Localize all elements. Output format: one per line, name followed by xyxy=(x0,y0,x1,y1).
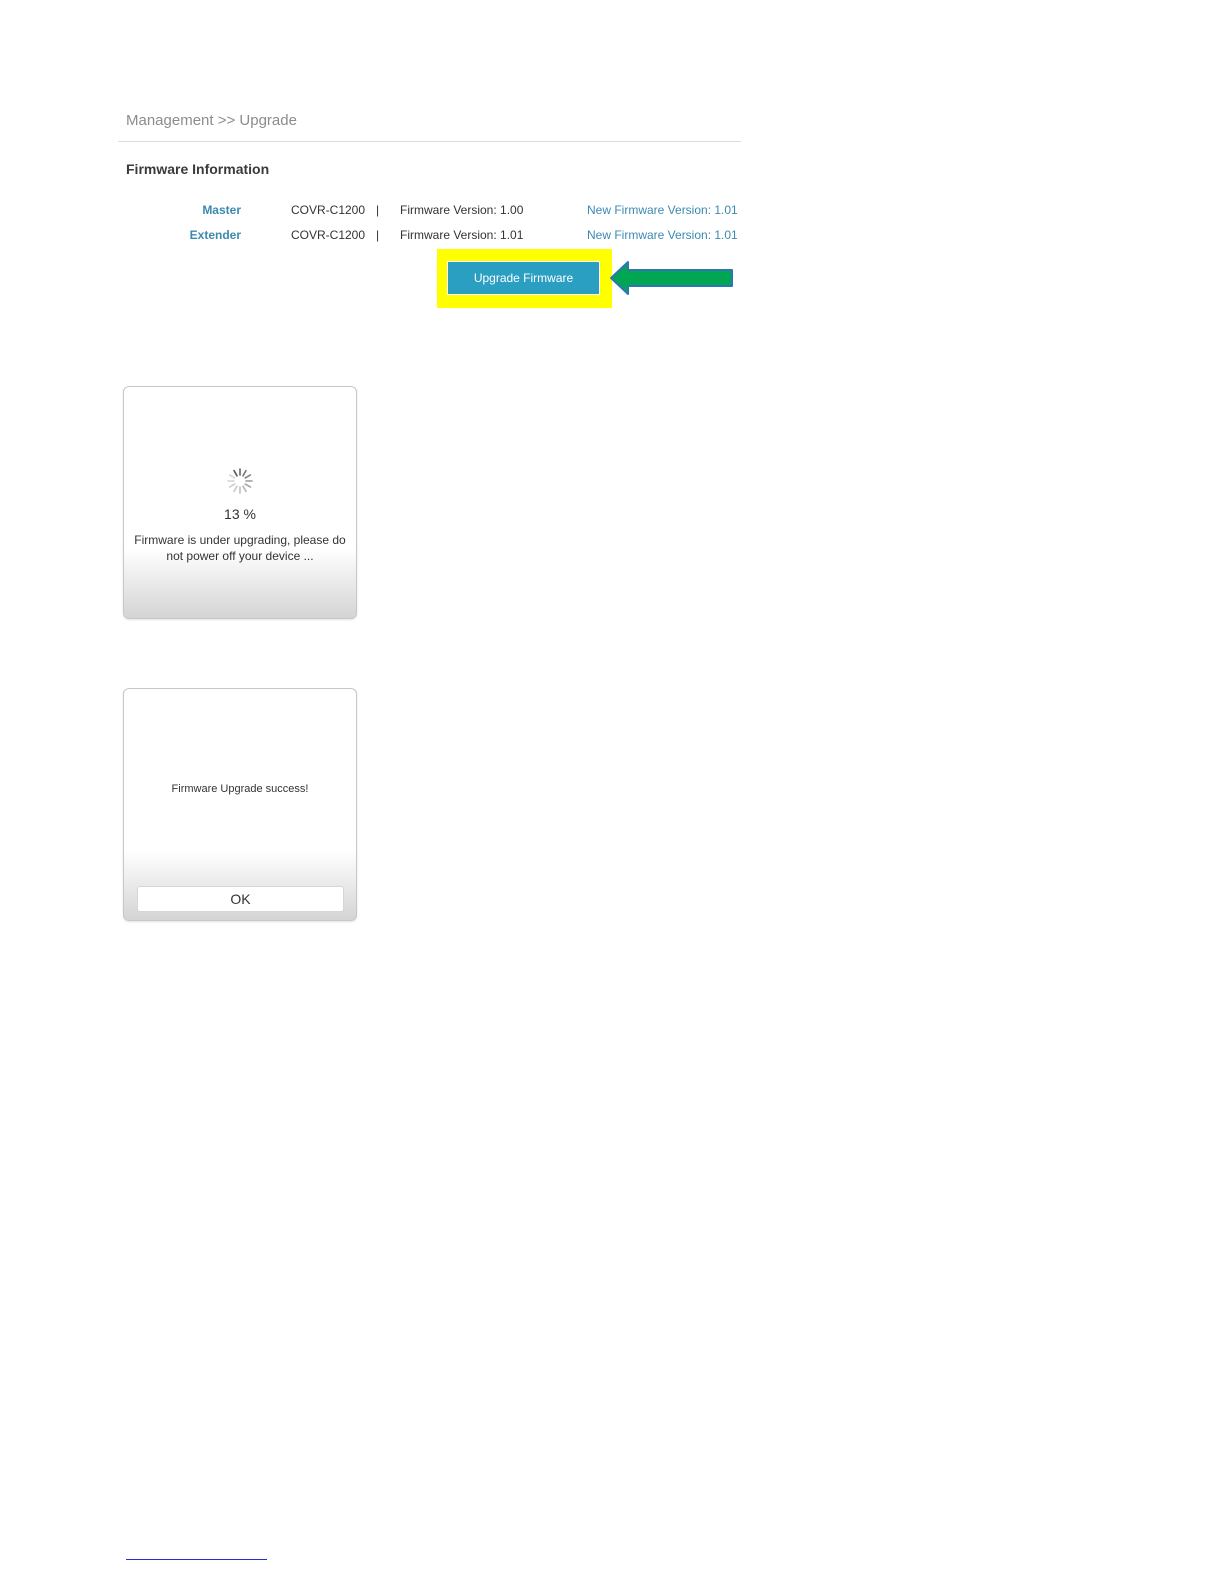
left-arrow-icon xyxy=(610,261,733,295)
column-separator: | xyxy=(376,228,380,242)
firmware-row-extender: Extender COVR-C1200 | Firmware Version: … xyxy=(0,228,760,246)
new-firmware-version: New Firmware Version: 1.01 xyxy=(587,203,738,217)
firmware-row-master: Master COVR-C1200 | Firmware Version: 1.… xyxy=(0,203,760,221)
section-title: Firmware Information xyxy=(126,161,270,177)
breadcrumb: Management >> Upgrade xyxy=(126,112,297,129)
new-firmware-version: New Firmware Version: 1.01 xyxy=(587,228,738,242)
header-divider xyxy=(118,141,741,142)
device-model: COVR-C1200 xyxy=(291,203,366,217)
device-name: Extender xyxy=(189,228,241,242)
upgrade-progress-dialog: 13 % Firmware is under upgrading, please… xyxy=(123,386,357,619)
ok-button[interactable]: OK xyxy=(137,886,344,912)
progress-message: Firmware is under upgrading, please do n… xyxy=(134,533,346,563)
current-firmware-version: Firmware Version: 1.01 xyxy=(400,228,524,242)
progress-percent: 13 % xyxy=(224,506,256,522)
device-name: Master xyxy=(202,203,241,217)
success-message: Firmware Upgrade success! xyxy=(171,783,309,795)
column-separator: | xyxy=(376,203,380,217)
loading-spinner-icon xyxy=(227,468,253,494)
device-model: COVR-C1200 xyxy=(291,228,366,242)
upgrade-success-dialog: Firmware Upgrade success! OK xyxy=(123,688,357,921)
footnote-divider xyxy=(126,1559,267,1560)
upgrade-firmware-button[interactable]: Upgrade Firmware xyxy=(447,261,600,295)
current-firmware-version: Firmware Version: 1.00 xyxy=(400,203,524,217)
